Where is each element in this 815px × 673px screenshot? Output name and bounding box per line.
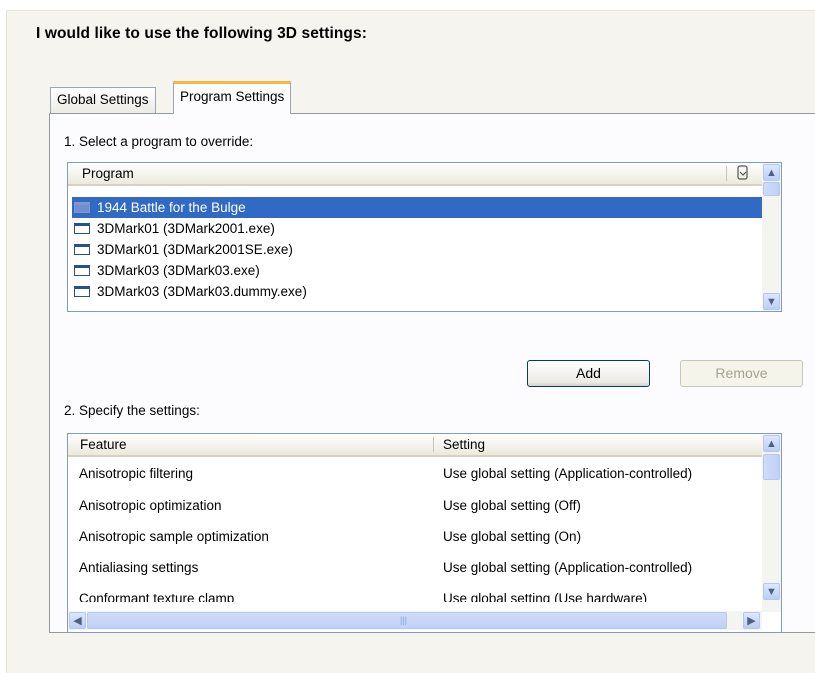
scroll-up-button[interactable]: ▲ [763,164,780,181]
settings-list-header: Feature Setting [68,434,762,457]
feature-cell: Antialiasing settings [79,560,199,575]
add-button[interactable]: Add [527,360,650,387]
setting-column-header[interactable]: Setting [443,434,485,455]
column-divider [433,437,434,452]
list-item[interactable]: 3DMark03 (3DMark03.dummy.exe) [72,281,762,302]
list-item-label: 3DMark01 (3DMark2001SE.exe) [97,242,293,257]
table-row[interactable]: Anisotropic filtering Use global setting… [68,463,762,484]
feature-cell: Anisotropic optimization [79,498,222,513]
scroll-down-button[interactable]: ▼ [763,583,780,600]
program-icon [74,265,90,276]
program-icon [74,244,90,255]
scroll-right-button[interactable]: ▶ [743,612,760,629]
table-row[interactable]: Conformant texture clamp Use global sett… [68,588,762,602]
settings-list-hscrollbar[interactable]: ◀ ||| ▶ [68,611,762,630]
program-list[interactable]: Program 1944 Battle for the Bulge 3DMark… [67,162,782,312]
list-item-label: 3DMark01 (3DMark2001.exe) [97,221,275,236]
scroll-left-button[interactable]: ◀ [69,612,86,629]
list-item[interactable]: 3DMark01 (3DMark2001SE.exe) [72,239,762,260]
table-row[interactable]: Anisotropic optimization Use global sett… [68,495,762,516]
program-icon [74,223,90,234]
program-select-icon[interactable] [735,164,751,185]
select-program-label: 1. Select a program to override: [64,134,254,149]
feature-cell: Anisotropic sample optimization [79,529,269,544]
list-item-label: 3DMark03 (3DMark03.dummy.exe) [97,284,307,299]
scrollbar-thumb[interactable]: ||| [87,612,727,629]
list-item[interactable]: 1944 Battle for the Bulge [72,197,762,218]
setting-cell: Use global setting (Application-controll… [443,466,693,481]
scroll-up-button[interactable]: ▲ [763,435,780,452]
setting-cell: Use global setting (Off) [443,498,581,513]
feature-cell: Anisotropic filtering [79,466,194,481]
list-item-label: 1944 Battle for the Bulge [97,200,246,215]
settings-list[interactable]: Feature Setting Anisotropic filtering Us… [67,433,782,633]
settings-list-vscrollbar[interactable]: ▲ ▼ [762,434,781,612]
program-list-body: 1944 Battle for the Bulge 3DMark01 (3DMa… [68,187,762,311]
table-row[interactable]: Antialiasing settings Use global setting… [68,557,762,578]
feature-column-header[interactable]: Feature [80,434,127,455]
program-column-header[interactable]: Program [82,163,134,184]
list-item-label: 3DMark03 (3DMark03.exe) [97,263,260,278]
program-icon [74,286,90,297]
column-divider [726,166,727,181]
list-item[interactable]: 3DMark03 (3DMark03.exe) [72,260,762,281]
specify-settings-label: 2. Specify the settings: [64,403,200,418]
remove-button[interactable]: Remove [680,360,803,387]
scrollbar-thumb[interactable] [763,454,780,480]
list-item[interactable]: 3DMark01 (3DMark2001.exe) [72,218,762,239]
setting-cell: Use global setting (Use hardware) [443,591,648,602]
scroll-down-button[interactable]: ▼ [763,293,780,310]
table-row[interactable]: Anisotropic sample optimization Use glob… [68,526,762,547]
scrollbar-thumb[interactable] [763,182,780,196]
setting-cell: Use global setting (On) [443,529,582,544]
tab-page-program-settings: 1. Select a program to override: Program… [49,113,815,633]
settings-list-body: Anisotropic filtering Use global setting… [68,458,762,602]
feature-cell: Conformant texture clamp [79,591,235,602]
setting-cell: Use global setting (Application-controll… [443,560,693,575]
tab-program-settings[interactable]: Program Settings [173,81,292,114]
program-list-scrollbar[interactable]: ▲ ▼ [762,163,781,311]
program-list-header: Program [68,163,762,186]
tab-global-settings[interactable]: Global Settings [50,87,156,113]
program-icon [74,202,90,213]
grip-icon: ||| [400,615,408,625]
page-title: I would like to use the following 3D set… [36,25,367,42]
